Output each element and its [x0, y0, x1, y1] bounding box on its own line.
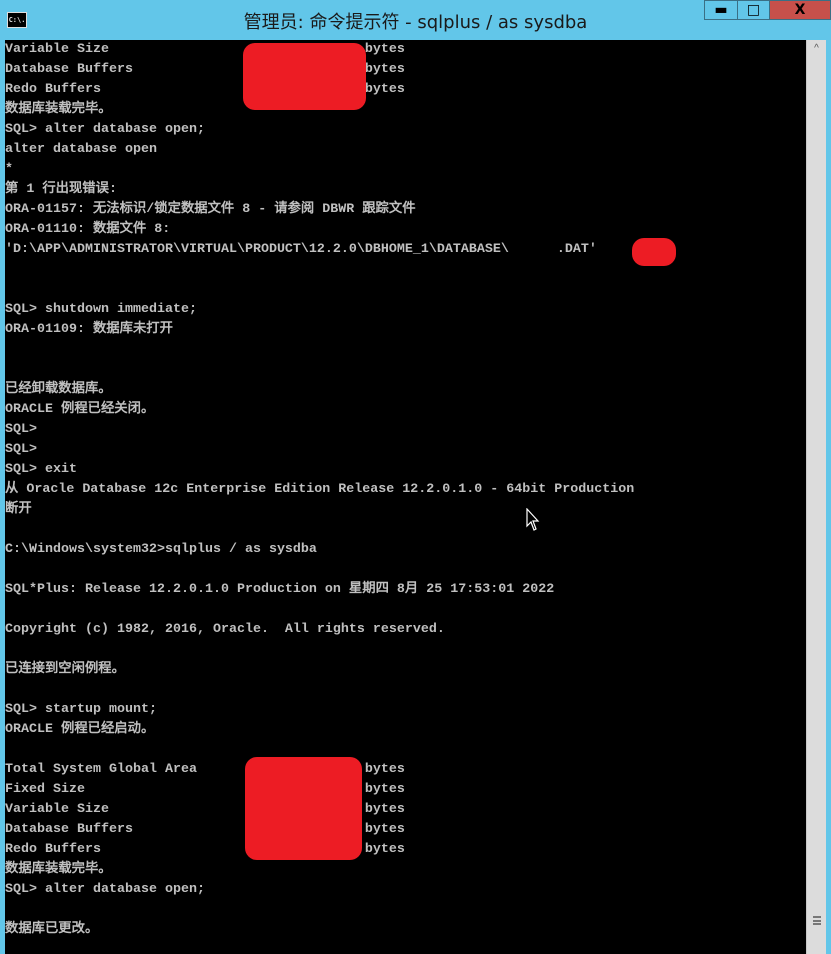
scrollbar-thumb[interactable] — [809, 60, 824, 954]
redaction-mark — [245, 757, 362, 860]
console-line: SQL> — [5, 422, 37, 437]
console-line: 'D:\APP\ADMINISTRATOR\VIRTUAL\PRODUCT\12… — [5, 242, 597, 257]
close-button[interactable]: X — [769, 0, 831, 20]
vertical-scrollbar[interactable]: ^ — [806, 40, 826, 954]
console-line: Variable Size bytes — [5, 42, 405, 57]
mouse-cursor-icon — [526, 508, 540, 531]
console-line: 断开 — [5, 502, 32, 517]
console-line: ORA-01109: 数据库未打开 — [5, 322, 173, 337]
console-line: Variable Size bytes — [5, 802, 405, 817]
console-line: * — [5, 162, 13, 177]
grip-icon — [813, 916, 821, 925]
title-bar: C:\. 管理员: 命令提示符 - sqlplus / as sysdba ▬ … — [0, 0, 831, 40]
console-line: SQL> startup mount; — [5, 702, 157, 717]
console-line: Copyright (c) 1982, 2016, Oracle. All ri… — [5, 622, 445, 637]
console-line: SQL> exit — [5, 462, 77, 477]
console-line: Redo Buffers bytes — [5, 842, 405, 857]
console-line: Database Buffers bytes — [5, 62, 405, 77]
redaction-mark — [632, 238, 676, 266]
console-line: SQL*Plus: Release 12.2.0.1.0 Production … — [5, 582, 555, 597]
console-output[interactable]: Variable Size bytes Database Buffers byte… — [5, 40, 806, 954]
maximize-button[interactable]: □ — [737, 0, 770, 20]
console-line: Database Buffers bytes — [5, 822, 405, 837]
console-line: ORACLE 例程已经关闭。 — [5, 402, 155, 417]
console-line: Fixed Size bytes — [5, 782, 405, 797]
console-line: 从 Oracle Database 12c Enterprise Edition… — [5, 482, 635, 497]
console-line: SQL> — [5, 442, 37, 457]
scroll-up-arrow-icon[interactable]: ^ — [807, 40, 826, 58]
console-line: 已连接到空闲例程。 — [5, 662, 125, 677]
redaction-mark — [243, 43, 366, 110]
console-line: ORACLE 例程已经启动。 — [5, 722, 155, 737]
console-line: 数据库已更改。 — [5, 922, 99, 937]
console-line: Total System Global Area bytes — [5, 762, 405, 777]
console-line: 数据库装载完毕。 — [5, 102, 112, 117]
console-line: C:\Windows\system32>sqlplus / as sysdba — [5, 542, 317, 557]
console-line: Redo Buffers bytes — [5, 82, 405, 97]
console-line: 第 1 行出现错误: — [5, 182, 117, 197]
console-line: 已经卸载数据库。 — [5, 382, 112, 397]
console-line: SQL> alter database open; — [5, 122, 205, 137]
console-line: ORA-01157: 无法标识/锁定数据文件 8 - 请参阅 DBWR 跟踪文件 — [5, 202, 416, 217]
console-line: 数据库装载完毕。 — [5, 862, 112, 877]
console-line: ORA-01110: 数据文件 8: — [5, 222, 171, 237]
console-line: SQL> alter database open; — [5, 882, 205, 897]
minimize-button[interactable]: ▬ — [704, 0, 738, 20]
console-line: alter database open — [5, 142, 157, 157]
console-line: SQL> shutdown immediate; — [5, 302, 197, 317]
